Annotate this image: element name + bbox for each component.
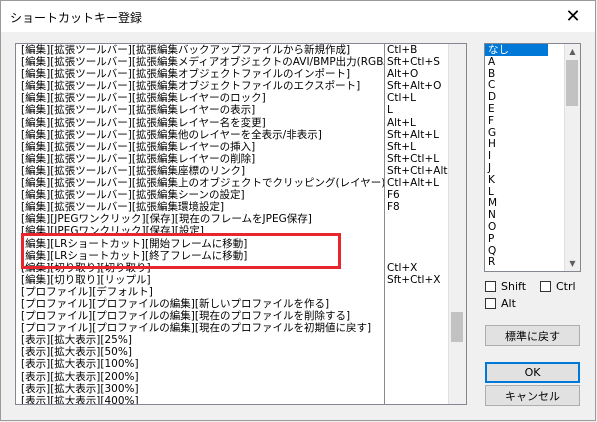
command-shortcut: Ctl+B <box>387 44 418 56</box>
title-bar: ショートカットキー登録 ✕ <box>1 1 595 32</box>
command-name: [編集][拡張ツールバー][拡張編集バックアップファイルから新規作成] <box>21 44 351 56</box>
shift-label: Shift <box>501 280 527 293</box>
command-name: [編集][切り取り][リップル] <box>21 273 151 286</box>
command-name: [表示][拡大表示][100%] <box>21 358 139 371</box>
command-name: [表示][拡大表示][25%] <box>21 334 132 347</box>
key-option[interactable]: なし <box>485 44 548 56</box>
command-shortcut: Ctl+L <box>387 92 417 105</box>
column-divider <box>384 44 385 404</box>
scroll-thumb[interactable] <box>451 312 463 342</box>
command-name: [編集][拡張ツールバー][拡張編集他のレイヤーを全表示/非表示] <box>21 128 322 141</box>
command-shortcut: F8 <box>387 201 400 214</box>
alt-checkbox-box[interactable] <box>485 298 496 309</box>
command-shortcut: Sft+Ctl+X <box>387 273 441 286</box>
shortcut-dialog: ショートカットキー登録 ✕ [編集][拡張ツールバー][拡張編集バックアップファ… <box>0 0 596 421</box>
key-scroll-thumb[interactable] <box>566 60 578 106</box>
command-name: [編集][拡張ツールバー][拡張編集メディアオブジェクトのAVI/BMP出力(R… <box>21 56 385 69</box>
cancel-button[interactable]: キャンセル <box>485 385 580 406</box>
command-shortcut: Sft+Ctl+S <box>387 56 440 69</box>
command-shortcut: Sft+Ctl+L <box>387 152 440 165</box>
command-shortcut: F6 <box>387 189 400 202</box>
command-shortcut: Sft+Ctl+Alt+ <box>387 164 451 177</box>
command-shortcut: Alt+L <box>387 116 416 129</box>
command-name: [編集][JPEGワンクリック][保存][現在のフレームをJPEG保存] <box>21 213 312 226</box>
reset-button[interactable]: 標準に戻す <box>485 325 580 346</box>
command-name: [編集][拡張ツールバー][拡張編集レイヤーの削除] <box>21 152 256 165</box>
command-shortcut: Sft+L <box>387 140 416 153</box>
command-name: [編集][拡張ツールバー][拡張編集レイヤー名を変更] <box>21 116 266 129</box>
command-name: [表示][拡大表示][300%] <box>21 382 139 395</box>
command-name: [編集][拡張ツールバー][拡張編集オブジェクトファイルのエクスポート] <box>21 80 361 93</box>
command-name: [表示][拡大表示][400%] <box>21 394 139 405</box>
command-name: [編集][拡張ツールバー][拡張編集レイヤーの挿入] <box>21 140 256 153</box>
command-name: [表示][拡大表示][50%] <box>21 346 132 359</box>
command-name: [プロファイル][プロファイルの編集][新しいプロファイルを作る] <box>21 297 330 310</box>
command-name: [編集][拡張ツールバー][拡張編集オブジェクトファイルのインポート] <box>21 68 351 81</box>
command-name: [編集][拡張ツールバー][拡張編集シーンの設定] <box>21 189 245 202</box>
command-name: [編集][拡張ツールバー][拡張編集上のオブジェクトでクリッピング(レイヤー)] <box>21 177 385 190</box>
command-list[interactable]: [編集][拡張ツールバー][拡張編集バックアップファイルから新規作成] Ctl+B… <box>15 43 467 405</box>
command-shortcut: Ctl+Alt+L <box>387 177 440 190</box>
highlight-annotation <box>21 233 341 269</box>
command-name: [編集][拡張ツールバー][拡張編集レイヤーのロック] <box>21 92 266 105</box>
command-shortcut: Ctl+X <box>387 261 418 274</box>
close-icon[interactable]: ✕ <box>551 1 595 32</box>
ctrl-label: Ctrl <box>556 280 576 293</box>
command-shortcut: Sft+Alt+O <box>387 80 442 93</box>
key-list[interactable]: なし A B C D E F G H I J K L M N O P Q R ▲ ▼ <box>484 43 581 272</box>
key-list-scrollbar[interactable]: ▲ ▼ <box>564 44 580 271</box>
shift-checkbox[interactable]: Shift <box>485 280 526 293</box>
command-shortcut: Alt+O <box>387 68 419 81</box>
scroll-up-icon[interactable]: ▲ <box>565 44 580 59</box>
shift-checkbox-box[interactable] <box>485 281 496 292</box>
command-name: [プロファイル][プロファイルの編集][現在のプロファイルを削除する] <box>21 310 351 323</box>
scroll-down-icon[interactable]: ▼ <box>565 256 580 271</box>
command-name: [編集][拡張ツールバー][拡張編集座標のリンク] <box>21 164 246 177</box>
ctrl-checkbox-box[interactable] <box>540 281 551 292</box>
command-shortcut: L <box>387 104 393 117</box>
command-name: [編集][拡張ツールバー][拡張編集レイヤーの表示] <box>21 104 256 117</box>
dialog-title: ショートカットキー登録 <box>10 11 143 25</box>
alt-label: Alt <box>501 297 516 310</box>
command-list-scrollbar[interactable] <box>448 44 466 404</box>
command-name: [プロファイル][デフォルト] <box>21 285 153 298</box>
command-shortcut: Sft+Alt+L <box>387 128 439 141</box>
command-name: [編集][拡張ツールバー][拡張編集環境設定] <box>21 201 225 214</box>
alt-checkbox[interactable]: Alt <box>485 297 516 310</box>
ok-button[interactable]: OK <box>485 362 580 383</box>
command-name: [表示][拡大表示][200%] <box>21 370 139 383</box>
command-name: [プロファイル][プロファイルの編集][現在のプロファイルを初期値に戻す] <box>21 322 372 335</box>
ctrl-checkbox[interactable]: Ctrl <box>540 280 576 293</box>
